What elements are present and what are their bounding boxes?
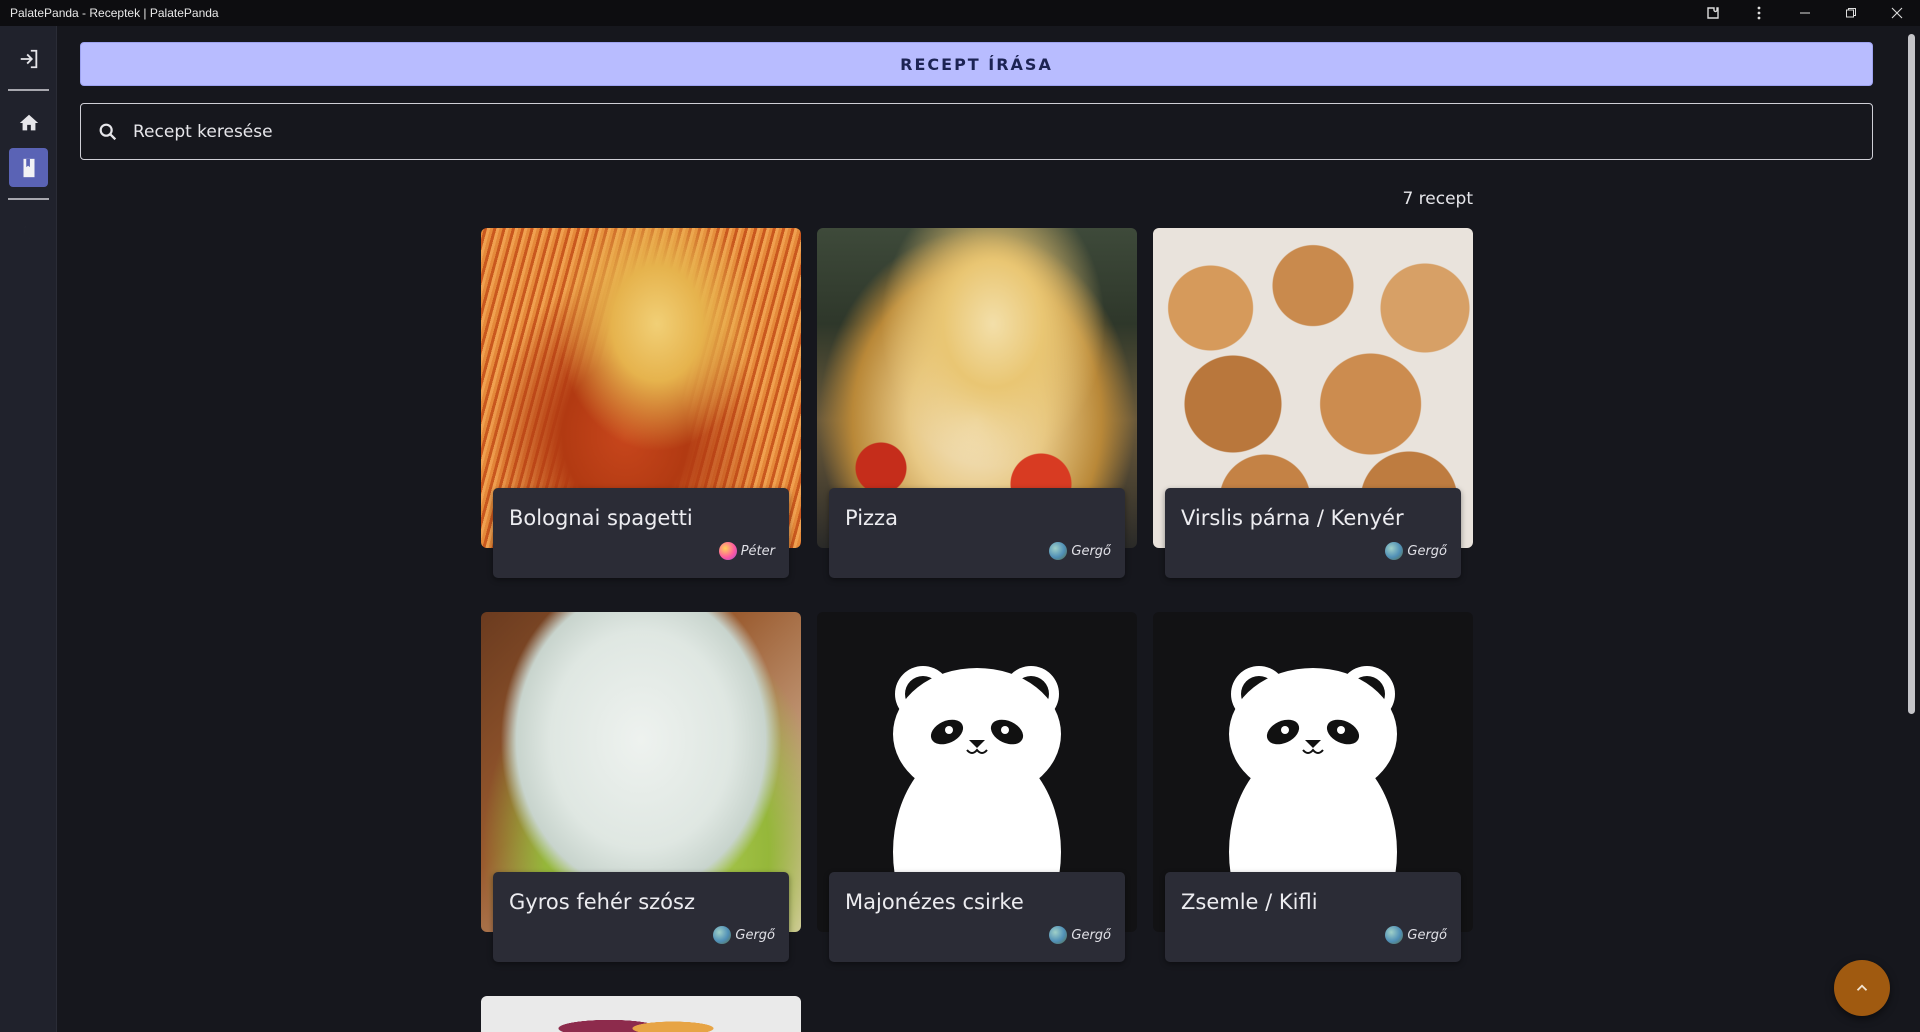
recipe-info: Majonézes csirke Gergő xyxy=(829,872,1125,962)
recipe-title: Virslis párna / Kenyér xyxy=(1181,506,1404,530)
recipe-count: 7 recept xyxy=(1402,189,1473,209)
window-titlebar: PalatePanda - Receptek | PalatePanda xyxy=(0,0,1920,26)
recipe-author: Gergő xyxy=(1049,542,1111,560)
chevron-up-icon xyxy=(1856,984,1868,991)
recipe-title: Majonézes csirke xyxy=(845,890,1024,914)
avatar xyxy=(1049,926,1068,944)
avatar xyxy=(713,926,732,944)
sidebar-divider xyxy=(8,89,49,91)
recipe-info: Virslis párna / Kenyér Gergő xyxy=(1165,488,1461,578)
scroll-to-top-button[interactable] xyxy=(1834,960,1890,1016)
home-icon[interactable] xyxy=(9,103,48,142)
extensions-icon[interactable] xyxy=(1690,0,1736,26)
recipe-author: Gergő xyxy=(1385,926,1447,944)
recipe-title: Gyros fehér szósz xyxy=(509,890,695,914)
login-icon[interactable] xyxy=(9,39,48,78)
avatar xyxy=(1385,926,1404,944)
recipe-card[interactable]: Zsemle / Kifli Gergő xyxy=(1153,612,1473,962)
recipe-card[interactable]: Gyros fehér szósz Gergő xyxy=(481,612,801,962)
recipe-author: Gergő xyxy=(1385,542,1447,560)
scrollbar[interactable] xyxy=(1903,26,1920,1032)
search-input[interactable] xyxy=(133,121,1833,142)
dark-mode-icon[interactable] xyxy=(9,211,48,250)
author-name: Gergő xyxy=(1071,543,1111,559)
recipe-author: Gergő xyxy=(713,926,775,944)
recipe-info: Pizza Gergő xyxy=(829,488,1125,578)
author-name: Gergő xyxy=(735,927,775,943)
author-name: Péter xyxy=(740,543,775,559)
avatar xyxy=(718,542,737,560)
recipe-title: Pizza xyxy=(845,506,898,530)
recipe-info: Zsemle / Kifli Gergő xyxy=(1165,872,1461,962)
recipe-author: Péter xyxy=(718,542,775,560)
close-button[interactable] xyxy=(1874,0,1920,26)
scrollbar-thumb[interactable] xyxy=(1908,34,1915,714)
recipe-card-partial[interactable] xyxy=(481,996,801,1032)
recipe-info: Bolognai spagetti Péter xyxy=(493,488,789,578)
search-icon xyxy=(99,123,117,140)
recipe-card[interactable]: Virslis párna / Kenyér Gergő xyxy=(1153,228,1473,578)
recipe-author: Gergő xyxy=(1049,926,1111,944)
search-field[interactable] xyxy=(80,103,1873,160)
restore-button[interactable] xyxy=(1828,0,1874,26)
recipe-card[interactable]: Bolognai spagetti Péter xyxy=(481,228,801,578)
recipe-title: Bolognai spagetti xyxy=(509,506,693,530)
recipe-card[interactable]: Pizza Gergő xyxy=(817,228,1137,578)
avatar xyxy=(1049,542,1068,560)
recipe-image xyxy=(481,996,801,1032)
more-options-icon[interactable] xyxy=(1736,0,1782,26)
window-title: PalatePanda - Receptek | PalatePanda xyxy=(10,6,219,20)
recipe-info: Gyros fehér szósz Gergő xyxy=(493,872,789,962)
recipe-title: Zsemle / Kifli xyxy=(1181,890,1318,914)
sidebar-divider xyxy=(8,198,49,200)
write-recipe-button[interactable]: RECEPT ÍRÁSA xyxy=(80,42,1873,86)
sidebar xyxy=(0,26,57,1032)
recipe-card[interactable]: Majonézes csirke Gergő xyxy=(817,612,1137,962)
avatar xyxy=(1385,542,1404,560)
author-name: Gergő xyxy=(1407,543,1447,559)
author-name: Gergő xyxy=(1407,927,1447,943)
recipes-icon[interactable] xyxy=(9,148,48,187)
author-name: Gergő xyxy=(1071,927,1111,943)
minimize-button[interactable] xyxy=(1782,0,1828,26)
